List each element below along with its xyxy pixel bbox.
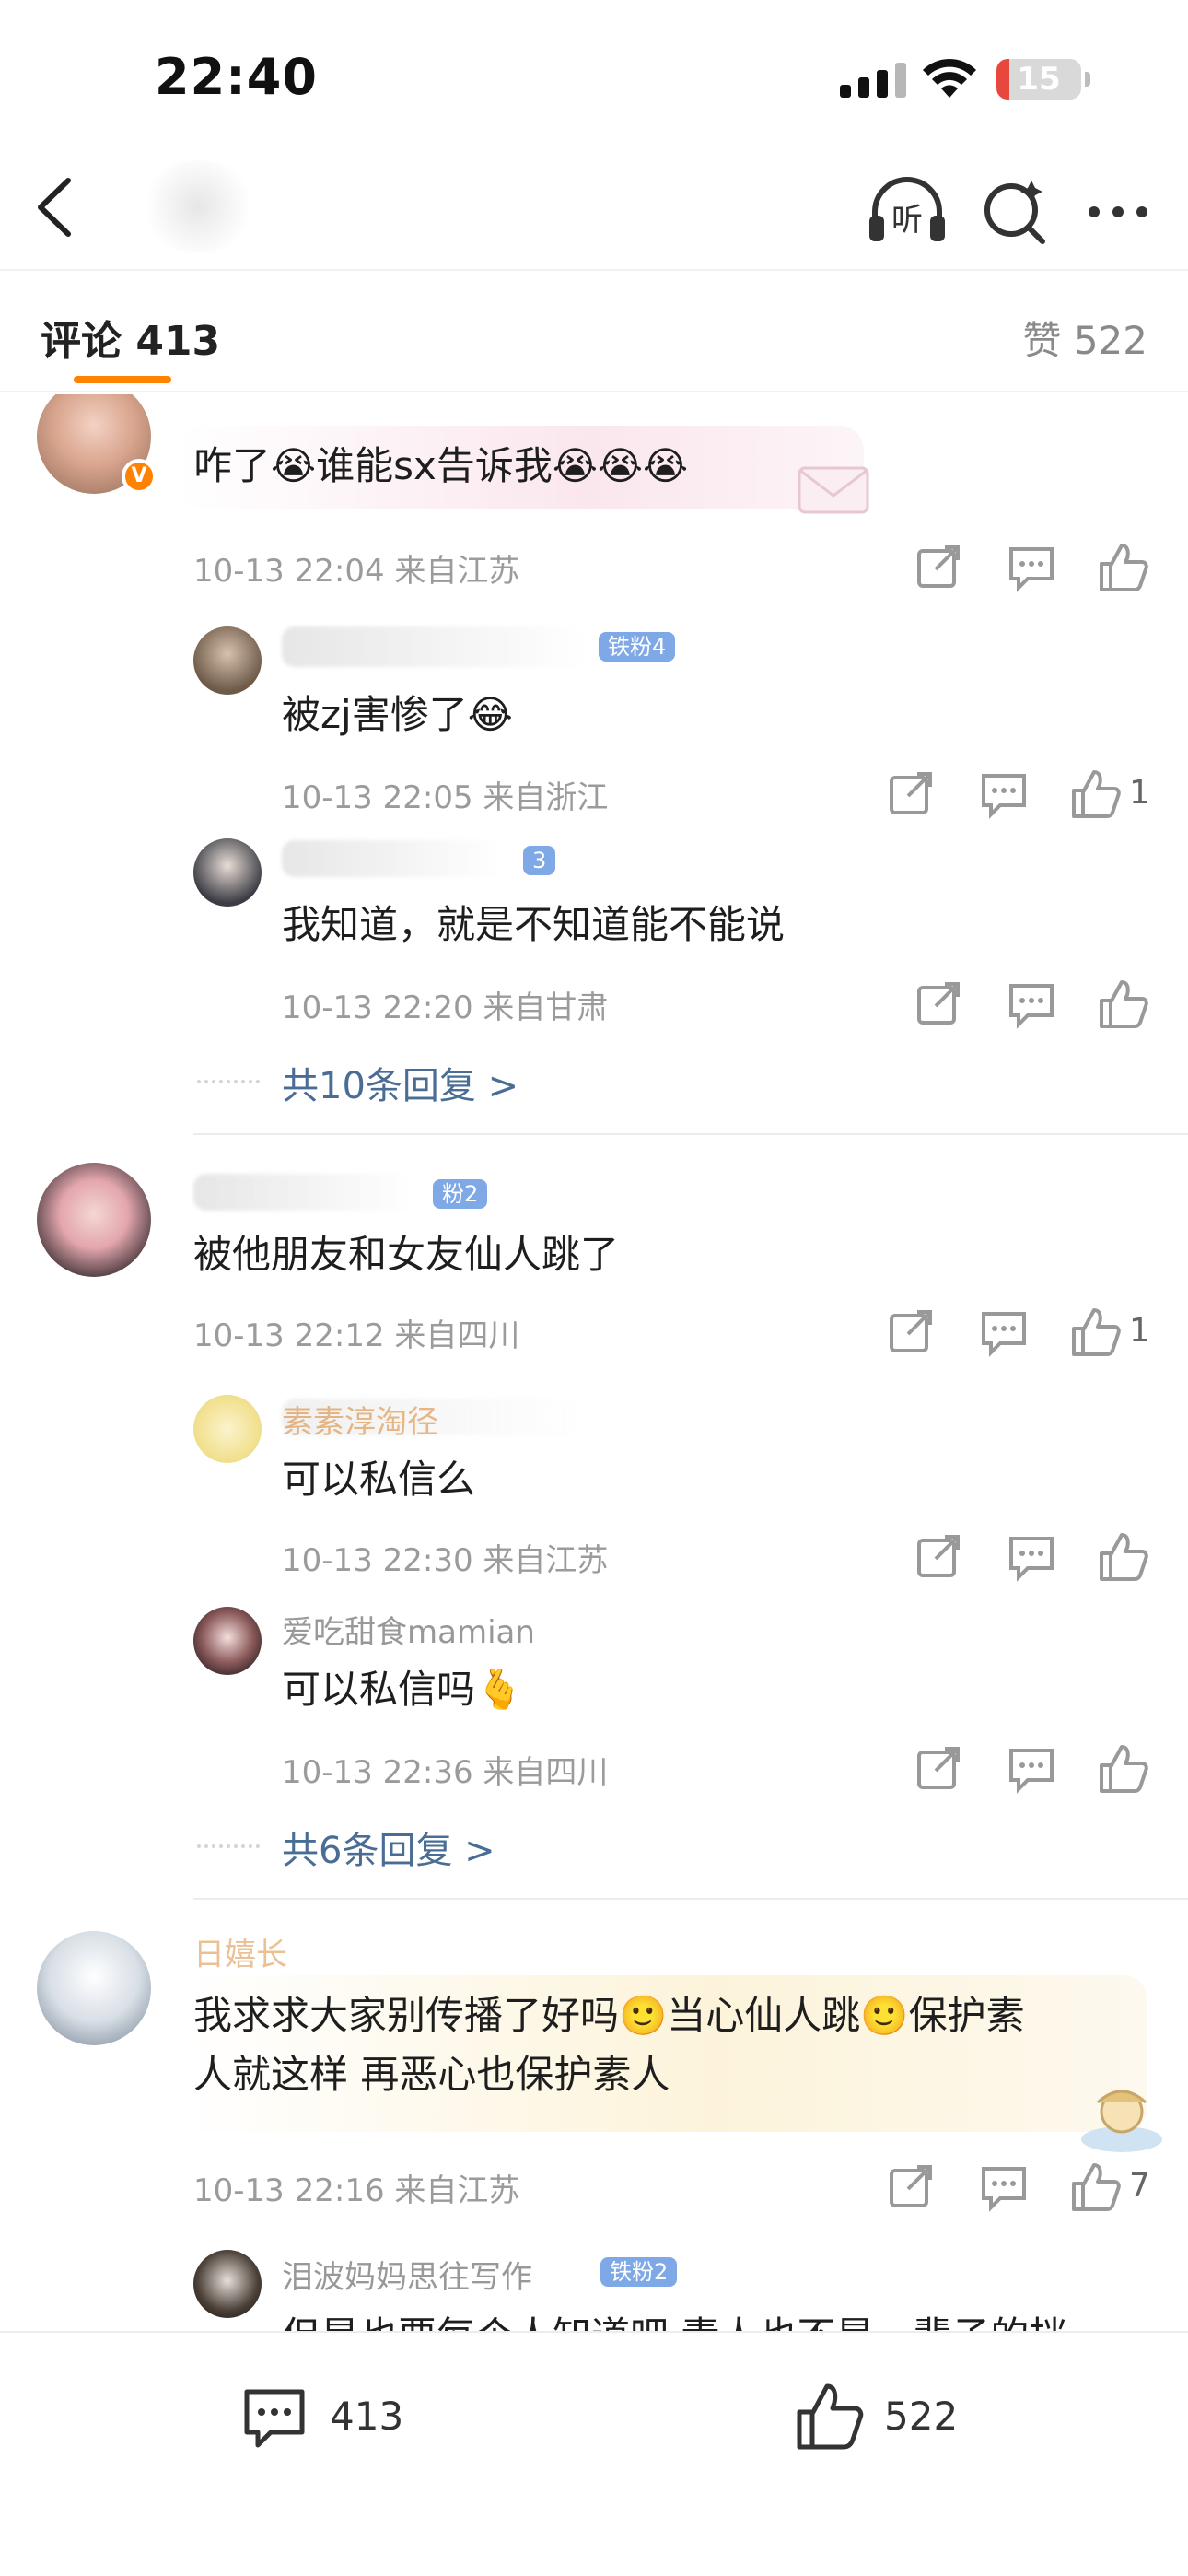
separator: [193, 1898, 1188, 1900]
more-replies-link[interactable]: 共6条回复 >: [282, 1821, 495, 1874]
share-icon[interactable]: [912, 1531, 967, 1583]
blurred-username: [193, 1174, 414, 1211]
share-icon[interactable]: [884, 1306, 939, 1358]
listen-icon[interactable]: 听: [866, 175, 949, 249]
separator: [193, 1133, 1188, 1135]
like-icon[interactable]: [1068, 1306, 1124, 1358]
listen-label: 听: [891, 202, 923, 239]
battery-tip: [1085, 72, 1090, 87]
like-count: 7: [1129, 2167, 1150, 2205]
comment-meta: 10-13 22:16 来自江苏: [193, 2172, 520, 2209]
fan-badge: 铁粉2: [600, 2257, 678, 2287]
avatar[interactable]: [193, 2250, 262, 2318]
battery-percent: 15: [1017, 61, 1061, 98]
like-count: 1: [1129, 1312, 1150, 1350]
top-nav: 听: [0, 147, 1188, 267]
reply-icon[interactable]: [1004, 542, 1059, 593]
tab-comments[interactable]: 评论 413: [41, 308, 220, 367]
reply-meta: 10-13 22:36 来自四川: [282, 1754, 609, 1791]
comment-text-line-1: 我求求大家别传播了好吗🙂当心仙人跳🙂保护素: [193, 1993, 1025, 2038]
share-icon[interactable]: [884, 2161, 939, 2213]
blurred-username: [282, 626, 586, 667]
search-icon[interactable]: [974, 175, 1057, 249]
reply-text: 可以私信么: [282, 1457, 476, 1502]
fan-badge: 铁粉4: [599, 632, 676, 662]
more-replies-link[interactable]: 共10条回复 >: [282, 1056, 518, 1109]
share-icon[interactable]: [912, 978, 967, 1030]
blurred-username: [282, 840, 503, 877]
comment-text: 咋了😭谁能sx告诉我😭😭😭: [193, 443, 689, 488]
reply-username[interactable]: 爱吃甜食mamian: [282, 1607, 535, 1652]
like-icon[interactable]: [792, 2381, 866, 2454]
like-icon[interactable]: [1096, 542, 1151, 593]
dotted-line: [197, 1080, 260, 1085]
reply-text: 可以私信吗🫰: [282, 1667, 524, 1712]
reply-text: 我知道，就是不知道能不能说: [282, 902, 786, 947]
battery-icon: 15: [996, 59, 1081, 100]
reply-icon[interactable]: [1004, 978, 1059, 1030]
reply-text: 被zj害惨了😂: [282, 692, 513, 737]
status-bar: 22:40 15: [0, 0, 1188, 138]
dotted-line: [197, 1844, 260, 1850]
comment-icon[interactable]: [238, 2381, 311, 2454]
wifi-icon: [923, 58, 976, 98]
avatar[interactable]: [193, 626, 262, 695]
comment-meta: 10-13 22:12 来自四川: [193, 1317, 520, 1354]
reply-icon[interactable]: [1004, 1531, 1059, 1583]
reply-text: 但是也要每个人知道吧 素人也不是一辈子的挡: [282, 2307, 1067, 2331]
sticker-decoration-icon: [1081, 2090, 1162, 2152]
verified-badge: V: [122, 459, 157, 494]
more-icon[interactable]: [1079, 175, 1162, 249]
back-icon[interactable]: [26, 173, 85, 241]
reply-username[interactable]: 素素淳淘径: [282, 1397, 438, 1442]
comment-username[interactable]: 日嬉长: [193, 1929, 287, 1974]
comment-text: 被他朋友和女友仙人跳了: [193, 1232, 620, 1277]
avatar[interactable]: [193, 1607, 262, 1675]
fan-badge: 3: [523, 846, 556, 875]
like-count[interactable]: 522: [884, 2394, 958, 2439]
reply-meta: 10-13 22:05 来自浙江: [282, 779, 609, 816]
cellular-signal-icon: [840, 61, 906, 98]
like-icon[interactable]: [1096, 1743, 1151, 1795]
blurred-user-avatar: [138, 160, 258, 252]
reply-meta: 10-13 22:30 来自江苏: [282, 1542, 609, 1579]
tab-likes[interactable]: 赞 522: [1022, 310, 1147, 366]
status-time: 22:40: [155, 48, 318, 106]
avatar[interactable]: [37, 1931, 151, 2045]
like-icon[interactable]: [1096, 1531, 1151, 1583]
reply-meta: 10-13 22:20 来自甘肃: [282, 989, 609, 1026]
reply-icon[interactable]: [1004, 1743, 1059, 1795]
like-icon[interactable]: [1068, 2161, 1124, 2213]
share-icon[interactable]: [884, 768, 939, 820]
reply-icon[interactable]: [976, 2161, 1031, 2213]
envelope-decoration-icon: [798, 466, 869, 514]
avatar[interactable]: [193, 1395, 262, 1463]
comment-text-line-2: 人就这样 再恶心也保护素人: [193, 2052, 670, 2097]
comment-meta: 10-13 22:04 来自江苏: [193, 553, 520, 590]
avatar[interactable]: [37, 1163, 151, 1277]
active-tab-indicator: [74, 376, 171, 383]
reply-icon[interactable]: [976, 1306, 1031, 1358]
share-icon[interactable]: [912, 542, 967, 593]
like-count: 1: [1129, 774, 1150, 812]
fan-badge: 粉2: [433, 1179, 488, 1209]
like-icon[interactable]: [1096, 978, 1151, 1030]
comment-list: V 咋了😭谁能sx告诉我😭😭😭 10-13 22:04 来自江苏 铁粉4 被zj…: [0, 394, 1188, 2331]
comment-count[interactable]: 413: [330, 2394, 403, 2439]
comment-tabs: 评论 413 赞 522: [0, 269, 1188, 392]
avatar[interactable]: [193, 838, 262, 907]
like-icon[interactable]: [1068, 768, 1124, 820]
bottom-action-bar: 413 522: [0, 2331, 1188, 2576]
share-icon[interactable]: [912, 1743, 967, 1795]
reply-username[interactable]: 泪波妈妈思往写作: [282, 2252, 532, 2297]
reply-icon[interactable]: [976, 768, 1031, 820]
